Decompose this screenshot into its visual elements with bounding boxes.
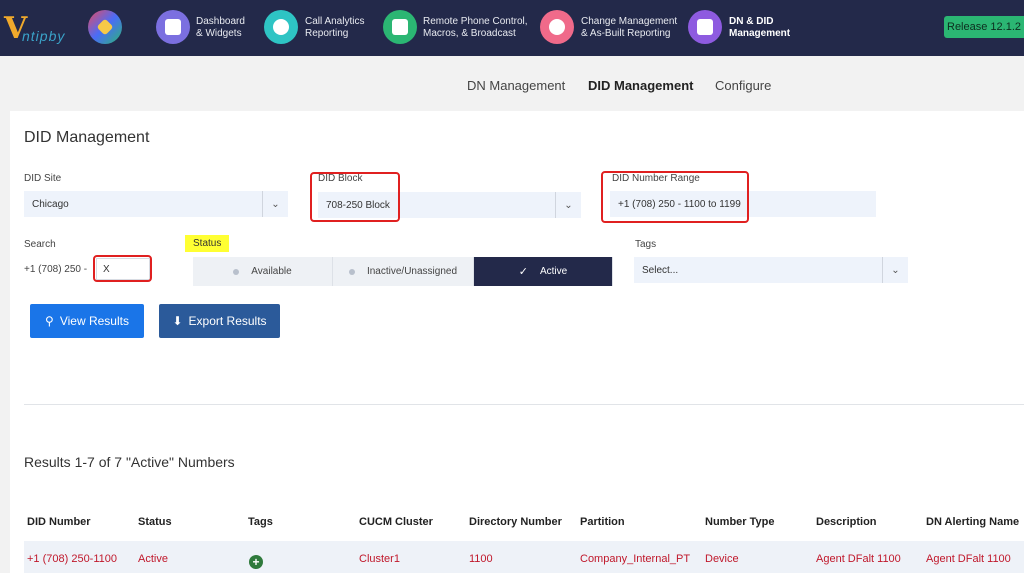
add-tag-icon[interactable]: +: [249, 555, 263, 569]
check-icon: ✓: [518, 266, 528, 278]
did-site-select[interactable]: Chicago ⌄: [24, 191, 288, 217]
export-results-label: Export Results: [188, 314, 267, 328]
column-header-number-type[interactable]: Number Type: [705, 516, 774, 528]
did-block-highlight: [310, 172, 400, 222]
search-prefix: +1 (708) 250 -: [24, 264, 88, 275]
cell-number-type: Device: [705, 553, 739, 565]
tab-dn-management[interactable]: DN Management: [467, 78, 565, 93]
cell-partition: Company_Internal_PT: [580, 553, 691, 565]
cell-dn-alerting-name: Agent DFalt 1100: [926, 553, 1011, 565]
did-site-label: DID Site: [24, 173, 62, 184]
status-option-label: Inactive/Unassigned: [366, 266, 458, 277]
column-header-tags[interactable]: Tags: [248, 516, 273, 528]
logo-text: ntipby: [22, 28, 66, 44]
column-header-description[interactable]: Description: [816, 516, 877, 528]
column-header-partition[interactable]: Partition: [580, 516, 625, 528]
refresh-icon[interactable]: [540, 10, 574, 44]
nav-dashboard-widgets[interactable]: Dashboard & Widgets: [196, 16, 245, 40]
download-icon: ⬇: [172, 314, 183, 328]
cell-status: Active: [138, 553, 168, 565]
top-navigation-bar: V ntipby Dashboard & Widgets Call Analyti…: [0, 0, 1024, 56]
results-title: Results 1-7 of 7 "Active" Numbers: [24, 454, 235, 470]
layers-icon[interactable]: [88, 10, 122, 44]
view-results-button[interactable]: ⚲ View Results: [30, 304, 144, 338]
analytics-icon[interactable]: [264, 10, 298, 44]
tab-configure[interactable]: Configure: [715, 78, 771, 93]
search-icon: ⚲: [45, 314, 54, 328]
section-divider: [24, 404, 1024, 405]
radio-dot-icon: [348, 268, 355, 275]
cell-description: Agent DFalt 1100: [816, 553, 901, 565]
export-results-button[interactable]: ⬇ Export Results: [159, 304, 280, 338]
status-option-label: Available: [251, 266, 292, 277]
column-header-dn-alerting-name[interactable]: DN Alerting Name: [926, 516, 1019, 528]
radio-dot-icon: [233, 268, 240, 275]
column-header-status[interactable]: Status: [138, 516, 172, 528]
search-highlight: [93, 255, 152, 282]
nav-dn-did-management[interactable]: DN & DID Management: [729, 16, 790, 40]
cell-directory-number: 1100: [469, 553, 493, 565]
column-header-cucm-cluster[interactable]: CUCM Cluster: [359, 516, 433, 528]
tags-placeholder: Select...: [642, 264, 679, 276]
status-option-available[interactable]: Available: [193, 257, 333, 286]
tags-select[interactable]: Select... ⌄: [634, 257, 908, 283]
status-option-active[interactable]: ✓ Active: [474, 257, 613, 286]
chevron-down-icon[interactable]: ⌄: [262, 191, 288, 217]
dn-did-icon[interactable]: [688, 10, 722, 44]
main-panel: [10, 111, 1024, 573]
tab-did-management[interactable]: DID Management: [588, 78, 693, 93]
nav-change-management[interactable]: Change Management & As-Built Reporting: [581, 16, 677, 40]
view-results-label: View Results: [59, 314, 129, 328]
tags-label: Tags: [635, 239, 657, 250]
nav-remote-phone-control[interactable]: Remote Phone Control, Macros, & Broadcast: [423, 16, 528, 40]
did-range-highlight: [601, 171, 749, 223]
status-option-label: Active: [539, 266, 568, 277]
app-logo[interactable]: V ntipby: [4, 14, 66, 45]
cell-cucm-cluster: Cluster1: [359, 553, 400, 565]
chevron-down-icon[interactable]: ⌄: [882, 257, 908, 283]
status-label: Status: [193, 238, 222, 249]
column-header-did-number[interactable]: DID Number: [27, 516, 91, 528]
did-site-value: Chicago: [32, 198, 69, 210]
column-header-directory-number[interactable]: Directory Number: [469, 516, 562, 528]
page-title: DID Management: [24, 129, 150, 146]
release-badge: Release 12.1.2: [944, 16, 1024, 38]
search-label: Search: [24, 239, 56, 250]
chevron-down-icon[interactable]: ⌄: [555, 192, 581, 218]
phone-grid-icon[interactable]: [383, 10, 417, 44]
nav-call-analytics[interactable]: Call Analytics Reporting: [305, 16, 364, 40]
dashboard-icon[interactable]: [156, 10, 190, 44]
cell-did-number[interactable]: +1 (708) 250-1100: [27, 553, 117, 565]
status-option-inactive[interactable]: Inactive/Unassigned: [333, 257, 474, 286]
